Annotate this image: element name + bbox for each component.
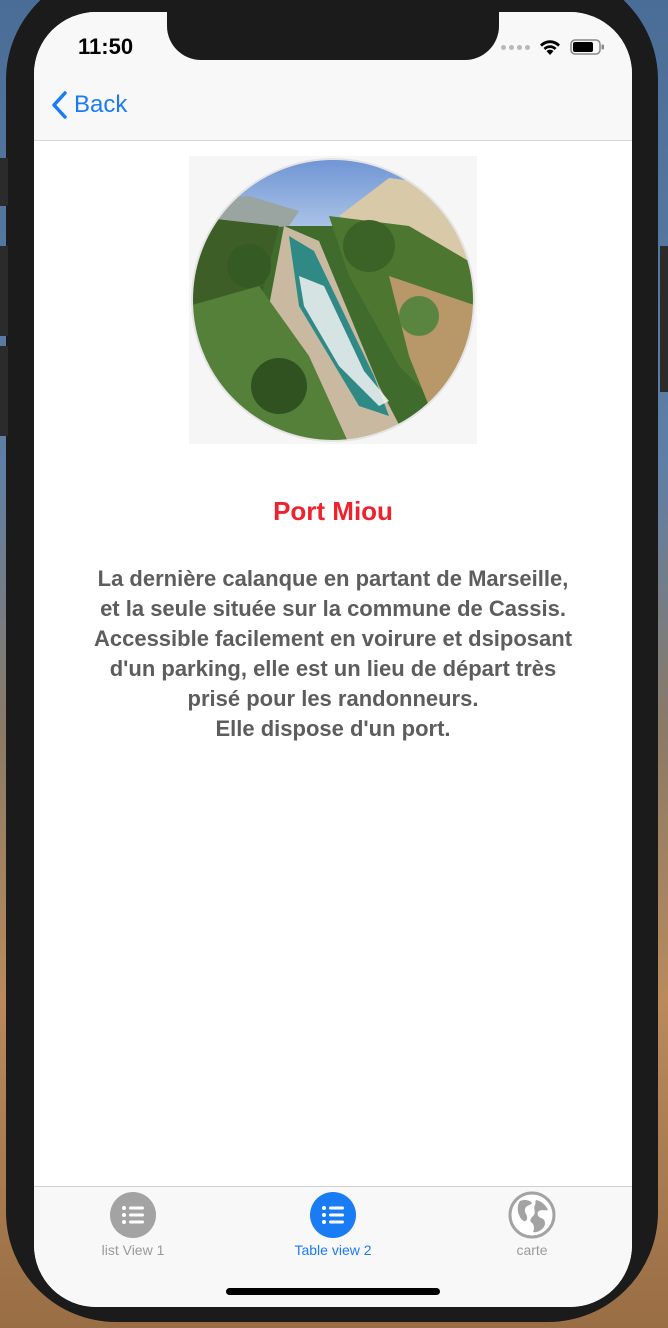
home-indicator[interactable] [226,1288,440,1295]
side-button-right [660,246,668,392]
tab-list-view-1[interactable]: list View 1 [53,1191,213,1258]
tab-carte[interactable]: carte [452,1191,612,1258]
back-button[interactable]: Back [50,90,127,120]
app-screen: 11:50 Back Port Miou La dernière calanqu… [34,12,632,1307]
wifi-icon [540,40,560,55]
status-icons [501,38,606,56]
back-label: Back [74,91,128,118]
globe-icon [508,1191,556,1239]
battery-icon [570,39,604,55]
list-icon [310,1192,356,1238]
side-button-left-3 [0,346,8,436]
calanque-photo [191,158,475,442]
place-photo [189,156,477,444]
tab-table-view-2[interactable]: Table view 2 [253,1191,413,1258]
tab-label-table-view-2: Table view 2 [294,1242,372,1258]
tab-label-list-view-1: list View 1 [101,1242,165,1258]
list-icon [110,1192,156,1238]
signal-icon [501,44,530,50]
status-time: 11:50 [78,34,134,59]
navigation-bar: Back [34,72,632,141]
chevron-left-icon [52,91,67,119]
side-button-left-1 [0,158,8,206]
side-button-left-2 [0,246,8,336]
device-notch [167,12,499,60]
tab-label-carte: carte [516,1242,548,1258]
place-title: Port Miou [273,496,393,526]
place-description: La dernière calanque en partant de Marse… [93,566,573,741]
